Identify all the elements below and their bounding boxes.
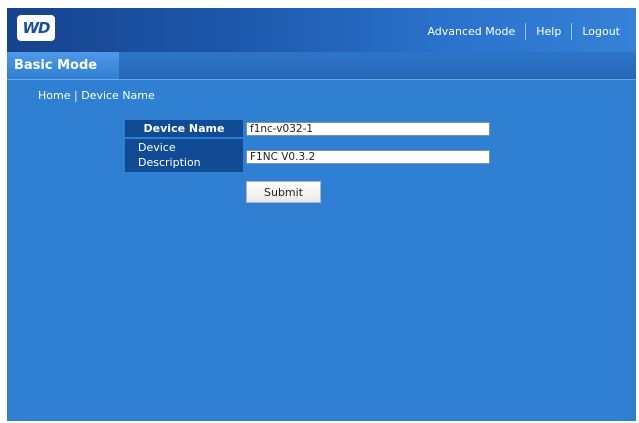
breadcrumb: Home | Device Name bbox=[38, 89, 155, 102]
advanced-mode-link[interactable]: Advanced Mode bbox=[417, 25, 525, 38]
logout-link[interactable]: Logout bbox=[572, 25, 630, 38]
tab-basic-mode[interactable]: Basic Mode bbox=[7, 52, 119, 79]
device-description-row: Device Description bbox=[125, 137, 490, 172]
breadcrumb-current: Device Name bbox=[81, 89, 155, 102]
top-navigation: Advanced Mode Help Logout bbox=[417, 23, 630, 40]
device-description-label: Device Description bbox=[125, 139, 243, 172]
mode-tab-bar: Basic Mode bbox=[7, 52, 636, 80]
app-window: WD Advanced Mode Help Logout Basic Mode … bbox=[7, 8, 636, 421]
device-name-row: Device Name bbox=[125, 120, 490, 137]
submit-button[interactable]: Submit bbox=[246, 181, 321, 203]
device-name-input[interactable] bbox=[246, 121, 490, 136]
breadcrumb-separator: | bbox=[73, 89, 78, 102]
logo-text: WD bbox=[22, 19, 51, 37]
help-link[interactable]: Help bbox=[526, 25, 571, 38]
wd-logo[interactable]: WD bbox=[17, 15, 55, 41]
header-bar: WD Advanced Mode Help Logout bbox=[7, 8, 636, 52]
device-name-label: Device Name bbox=[125, 120, 243, 137]
breadcrumb-home[interactable]: Home bbox=[38, 89, 70, 102]
device-description-label-line2: Description bbox=[138, 156, 201, 169]
device-description-input[interactable] bbox=[246, 149, 490, 164]
device-name-form: Device Name Device Description bbox=[125, 120, 490, 172]
device-description-label-line1: Device bbox=[138, 141, 176, 154]
